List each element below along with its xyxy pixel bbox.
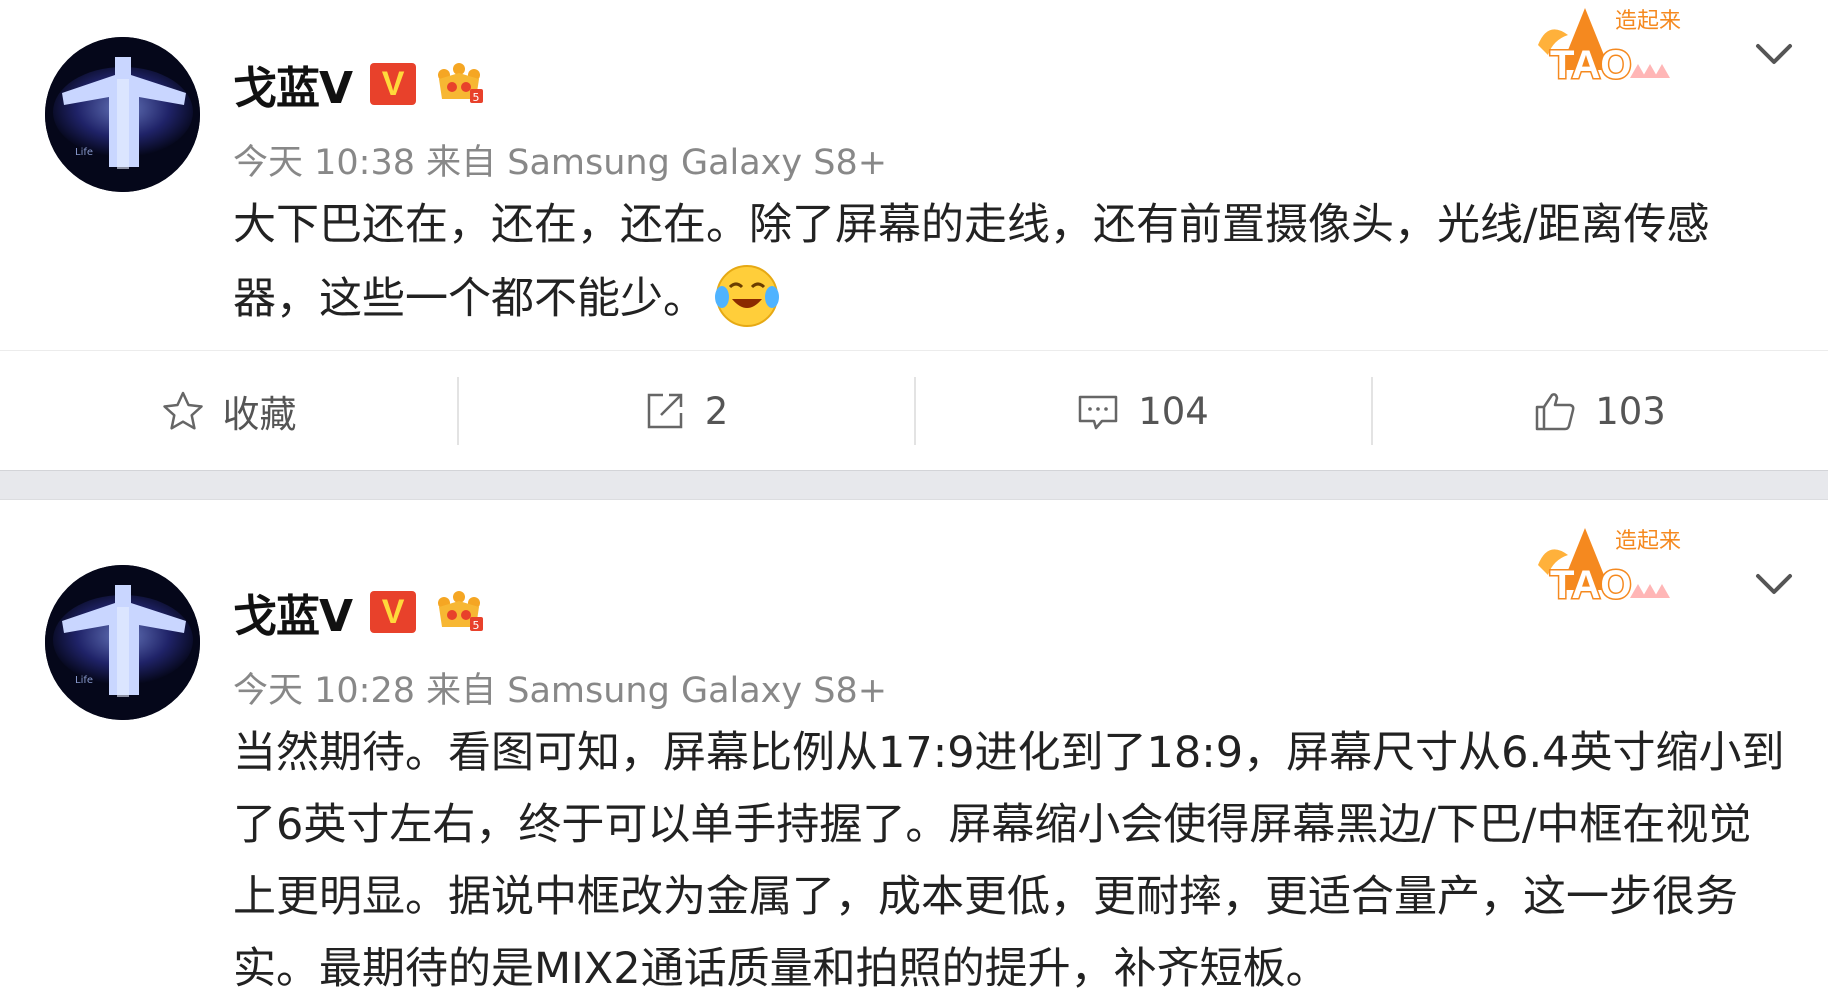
author-row: 戈蓝V V 5 xyxy=(233,580,484,644)
avatar[interactable]: Life xyxy=(45,37,200,192)
post-content: 当然期待。看图可知，屏幕比例从17:9进化到了18:9，屏幕尺寸从6.4英寸缩小… xyxy=(233,717,1788,1005)
vip-crown-icon[interactable]: 5 xyxy=(434,589,484,635)
repost-button[interactable]: 2 xyxy=(457,351,914,471)
comment-icon xyxy=(1078,395,1118,430)
like-button[interactable]: 103 xyxy=(1371,351,1828,471)
favorite-label: 收藏 xyxy=(222,393,297,436)
repost-count: 2 xyxy=(704,389,729,433)
post-action-bar: 收藏 2 104 103 xyxy=(0,350,1828,471)
tao-campaign-badge[interactable]: TAO TAO 造起来 xyxy=(1530,0,1690,90)
favorite-button[interactable]: 收藏 xyxy=(0,351,457,471)
like-count: 103 xyxy=(1595,389,1666,433)
comment-button[interactable]: 104 xyxy=(914,351,1371,471)
laughing-crying-emoji xyxy=(715,265,779,327)
weibo-post: Life 戈蓝V V 5 今天 10:28 来自 Samsung Galaxy … xyxy=(0,500,1828,1000)
svg-text:Life: Life xyxy=(75,147,93,158)
feed-separator xyxy=(0,470,1828,500)
avatar[interactable]: Life xyxy=(45,565,200,720)
svg-text:TAO: TAO xyxy=(1550,43,1631,87)
post-text: 当然期待。看图可知，屏幕比例从17:9进化到了18:9，屏幕尺寸从6.4英寸缩小… xyxy=(233,728,1785,994)
weibo-post: Life 戈蓝V V 5 今天 10:38 来自 Samsung Galaxy … xyxy=(0,0,1828,470)
post-text: 大下巴还在，还在，还在。除了屏幕的走线，还有前置摄像头，光线/距离传感器，这些一… xyxy=(233,200,1710,324)
author-name[interactable]: 戈蓝V xyxy=(233,52,353,116)
svg-text:5: 5 xyxy=(473,619,480,632)
star-icon xyxy=(162,391,203,430)
post-content: 大下巴还在，还在，还在。除了屏幕的走线，还有前置摄像头，光线/距离传感器，这些一… xyxy=(233,189,1788,335)
comment-count: 104 xyxy=(1138,389,1209,433)
tao-campaign-badge[interactable]: TAO TAO 造起来 xyxy=(1530,520,1690,610)
chevron-down-icon[interactable] xyxy=(1754,570,1794,598)
svg-text:Life: Life xyxy=(75,675,93,686)
post-timestamp-source: 今天 10:28 来自 Samsung Galaxy S8+ xyxy=(233,671,888,711)
chevron-down-icon[interactable] xyxy=(1754,40,1794,68)
author-name[interactable]: 戈蓝V xyxy=(233,580,353,644)
share-icon xyxy=(647,393,682,429)
post-timestamp-source: 今天 10:38 来自 Samsung Galaxy S8+ xyxy=(233,143,888,183)
svg-text:造起来: 造起来 xyxy=(1615,529,1681,554)
svg-text:造起来: 造起来 xyxy=(1615,9,1681,34)
thumbs-up-icon xyxy=(1535,393,1575,431)
svg-text:TAO: TAO xyxy=(1550,563,1631,607)
verified-badge[interactable]: V xyxy=(370,63,417,105)
author-row: 戈蓝V V 5 xyxy=(233,52,484,116)
verified-badge[interactable]: V xyxy=(370,591,417,633)
vip-crown-icon[interactable]: 5 xyxy=(434,61,484,107)
svg-text:5: 5 xyxy=(473,91,480,104)
